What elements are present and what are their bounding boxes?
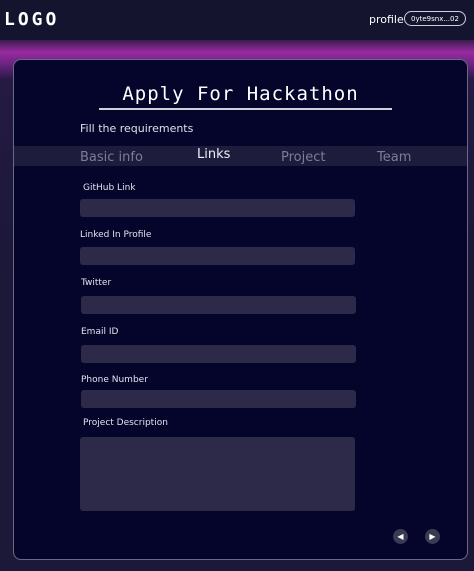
profile-link[interactable]: profile xyxy=(369,13,404,26)
linkedin-label: Linked In Profile xyxy=(80,230,152,240)
github-input[interactable] xyxy=(80,199,355,217)
tab-team[interactable]: Team xyxy=(377,150,411,165)
tab-basic-info[interactable]: Basic info xyxy=(80,150,143,165)
tab-project[interactable]: Project xyxy=(281,150,325,165)
page-title: Apply For Hackathon xyxy=(122,83,359,105)
next-step-button[interactable]: ▶ xyxy=(425,529,440,544)
tab-links[interactable]: Links xyxy=(197,147,230,162)
prev-step-button[interactable]: ◀ xyxy=(393,529,408,544)
github-label: GitHub Link xyxy=(83,183,136,193)
email-input[interactable] xyxy=(81,345,356,363)
description-textarea[interactable] xyxy=(80,437,355,511)
twitter-input[interactable] xyxy=(81,296,356,314)
caret-right-icon: ▶ xyxy=(429,532,436,541)
phone-label: Phone Number xyxy=(81,375,148,385)
phone-input[interactable] xyxy=(81,390,356,408)
wallet-address-button[interactable]: 0yte9snx...02 xyxy=(404,11,466,26)
description-label: Project Description xyxy=(83,418,168,428)
title-underline xyxy=(99,108,392,110)
twitter-label: Twitter xyxy=(81,278,112,288)
form-subtitle: Fill the requirements xyxy=(80,122,194,135)
email-label: Email ID xyxy=(81,327,119,337)
logo[interactable]: LOGO xyxy=(4,9,59,30)
caret-left-icon: ◀ xyxy=(397,532,404,541)
linkedin-input[interactable] xyxy=(80,247,355,265)
